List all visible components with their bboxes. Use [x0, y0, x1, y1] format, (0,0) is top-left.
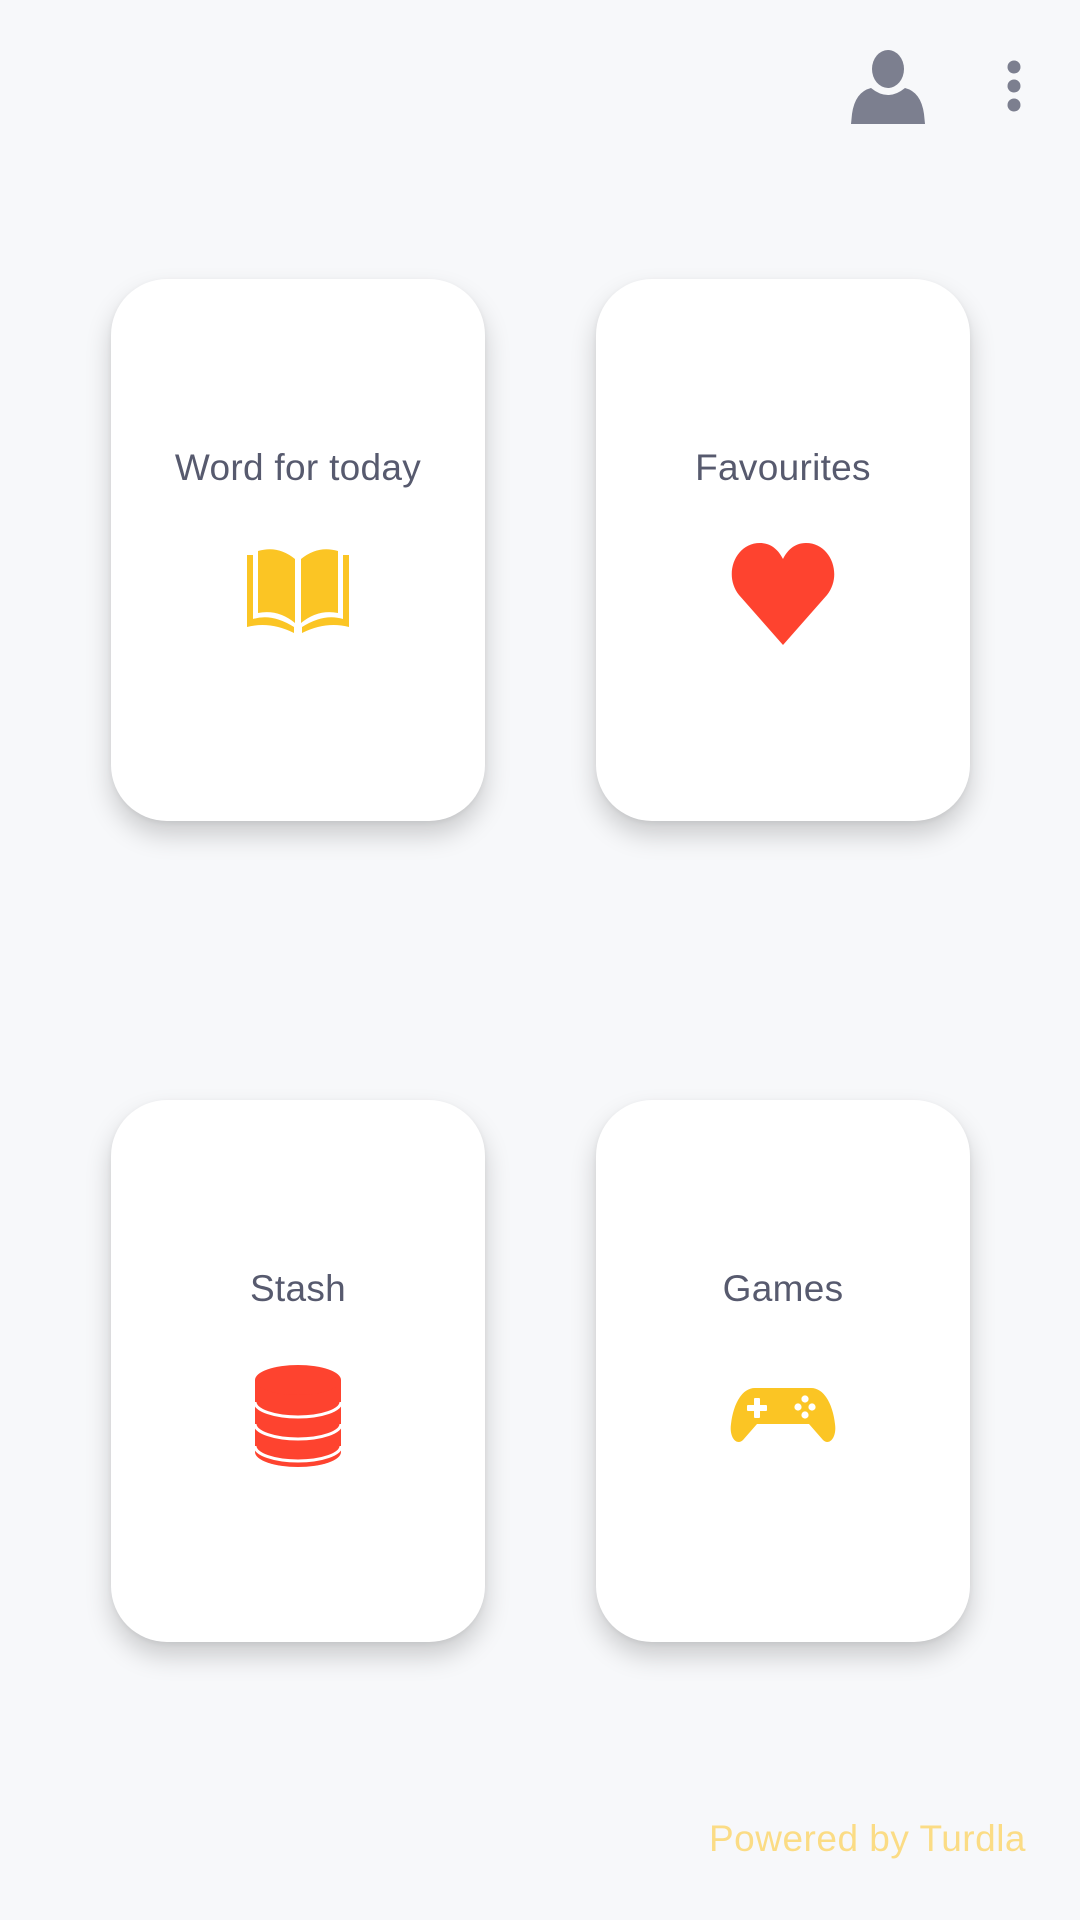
user-icon — [851, 50, 925, 124]
card-title-stash: Stash — [249, 1268, 347, 1309]
heart-icon — [729, 541, 837, 649]
gamepad-icon — [729, 1362, 837, 1470]
card-title-word-for-today: Word for today — [174, 447, 422, 488]
database-icon — [244, 1362, 352, 1470]
card-word-for-today[interactable]: Word for today — [111, 279, 485, 821]
book-icon — [244, 541, 352, 649]
card-favourites[interactable]: Favourites — [596, 279, 970, 821]
card-stash[interactable]: Stash — [111, 1100, 485, 1642]
card-title-favourites: Favourites — [695, 447, 871, 488]
more-options-button[interactable] — [990, 44, 1038, 128]
powered-by-text: Powered by Turdla — [708, 1818, 1026, 1859]
more-vertical-icon — [1007, 60, 1021, 112]
profile-button[interactable] — [840, 38, 936, 134]
card-games[interactable]: Games — [596, 1100, 970, 1642]
card-title-games: Games — [722, 1268, 844, 1309]
